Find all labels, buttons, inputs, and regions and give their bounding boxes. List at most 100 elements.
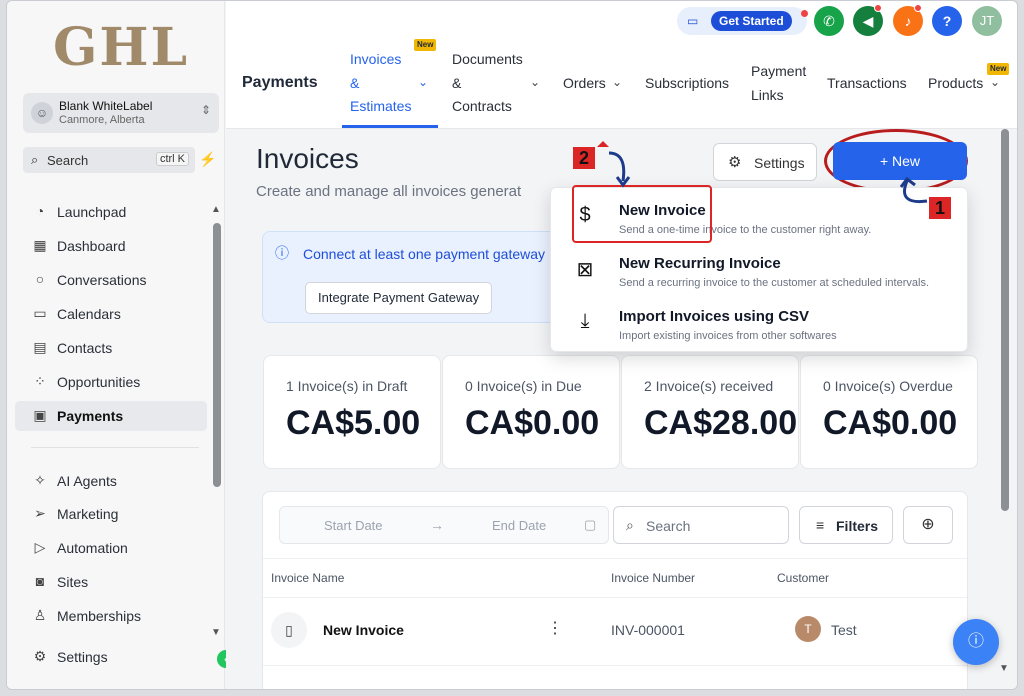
help-button[interactable]: ? — [932, 6, 962, 36]
stat-label: 2 Invoice(s) received — [644, 378, 774, 394]
date-range-picker[interactable]: Start Date → End Date ▢ — [279, 506, 609, 544]
top-bar: ▭ Get Started ✆ ◀ ♪ ? JT Payments Invoic… — [226, 1, 1017, 129]
tab-label: Orders — [563, 75, 606, 91]
notification-dot — [874, 4, 882, 12]
stat-card: 1 Invoice(s) in Draft CA$5.00 — [263, 355, 441, 469]
table-search-input[interactable]: ⌕ Search — [613, 506, 789, 544]
download-icon: ⤓ — [580, 310, 590, 332]
payment-gateway-banner: ⓘ Connect at least one payment gateway I… — [262, 231, 562, 323]
sidebar-item-label: Dashboard — [57, 238, 126, 254]
sidebar-item-conversations[interactable]: ○ Conversations — [15, 265, 207, 295]
account-avatar-icon: ☺ — [31, 102, 53, 124]
scroll-down-icon[interactable]: ▼ — [999, 663, 1009, 674]
stat-label: 0 Invoice(s) Overdue — [823, 378, 953, 394]
lightning-icon[interactable]: ⚡ — [199, 151, 216, 168]
chat-widget-button[interactable]: ⓘ — [953, 619, 999, 665]
user-avatar[interactable]: JT — [972, 6, 1002, 36]
sidebar-item-label: Opportunities — [57, 374, 141, 390]
sidebar-item-ai-agents[interactable]: ✧ AI Agents — [15, 466, 207, 496]
sidebar-scrollbar[interactable] — [213, 223, 221, 487]
tab-label: & — [350, 75, 360, 91]
sidebar-item-opportunities[interactable]: ⁘ Opportunities — [15, 367, 207, 397]
sidebar-item-launchpad[interactable]: ◔ Launchpad — [15, 197, 207, 227]
sidebar-divider — [31, 447, 199, 448]
end-date: End Date — [492, 518, 547, 533]
menu-item-title: New Recurring Invoice — [619, 255, 781, 272]
stat-card: 2 Invoice(s) received CA$28.00 — [621, 355, 799, 469]
arrow-right-icon: → — [430, 517, 444, 533]
sidebar-item-label: Calendars — [57, 306, 121, 322]
sidebar-item-sites[interactable]: ◙ Sites — [15, 567, 207, 597]
sidebar-item-memberships[interactable]: ♙ Memberships — [15, 601, 207, 631]
chevron-down-icon: ⌄ — [612, 75, 623, 89]
get-started[interactable]: ▭ Get Started — [677, 7, 808, 35]
menu-item-new-recurring-invoice[interactable]: ⊠ New Recurring Invoice Send a recurring… — [551, 245, 969, 297]
account-location: Canmore, Alberta — [59, 114, 145, 126]
sidebar-item-label: AI Agents — [57, 473, 117, 489]
tab-transactions[interactable]: Transactions — [827, 71, 907, 95]
sidebar-search-label: Search — [47, 153, 89, 168]
sparkle-icon: ✧ — [34, 472, 46, 488]
tab-label: Invoices — [350, 51, 402, 67]
stat-card: 0 Invoice(s) Overdue CA$0.00 — [800, 355, 978, 469]
sidebar-search[interactable]: ⌕ Search ctrl K — [23, 147, 195, 173]
chevron-down-icon: ⌄ — [418, 75, 429, 89]
chevron-updown-icon: ⇕ — [200, 103, 211, 117]
filters-button[interactable]: ≡ Filters — [799, 506, 893, 544]
curved-arrow-icon — [608, 151, 626, 182]
sidebar-item-settings[interactable]: ⚙ Settings — [15, 642, 207, 672]
sidebar-item-automation[interactable]: ▷ Automation — [15, 533, 207, 563]
main-scrollbar[interactable] — [1001, 129, 1009, 511]
filter-icon: ≡ — [816, 517, 825, 533]
sidebar-item-payments[interactable]: ▣ Payments — [15, 401, 207, 431]
invoice-number: INV-000001 — [611, 622, 685, 638]
customer-avatar: T — [795, 616, 821, 642]
sidebar-item-label: Memberships — [57, 608, 142, 624]
arrow-head-icon — [899, 176, 916, 188]
scroll-up-icon[interactable]: ▲ — [211, 204, 221, 215]
chevron-down-icon: ⌄ — [530, 75, 541, 89]
sidebar-item-label: Payments — [57, 408, 124, 424]
invoice-name[interactable]: New Invoice — [323, 622, 404, 638]
sidebar-item-marketing[interactable]: ➢ Marketing — [15, 499, 207, 529]
calendar-icon: ▭ — [33, 305, 47, 321]
sidebar-item-dashboard[interactable]: ▦ Dashboard — [15, 231, 207, 261]
stat-value: CA$0.00 — [823, 404, 958, 442]
table-header: Invoice Name Invoice Number Customer — [263, 558, 967, 598]
get-started-button[interactable]: Get Started — [711, 11, 792, 31]
table-row[interactable]: ▯ New Invoice ⋮ INV-000001 T Test — [263, 598, 967, 666]
calendar-icon: ▢ — [584, 517, 597, 532]
scroll-down-icon[interactable]: ▼ — [211, 627, 221, 638]
chat-icon: ⓘ — [967, 633, 984, 650]
menu-item-import-csv[interactable]: ⤓ Import Invoices using CSV Import exist… — [551, 298, 969, 350]
search-icon: ⌕ — [626, 517, 634, 533]
table-row[interactable] — [263, 666, 967, 689]
stat-value: CA$28.00 — [644, 404, 798, 442]
stat-value: CA$5.00 — [286, 404, 421, 442]
sidebar-item-label: Settings — [57, 649, 108, 665]
sidebar-item-contacts[interactable]: ▤ Contacts — [15, 333, 207, 363]
automation-icon: ▷ — [34, 539, 46, 555]
annotation-arrows — [597, 141, 928, 204]
download-button[interactable]: ⊕ — [903, 506, 953, 544]
gear-icon: ⚙ — [33, 648, 47, 664]
info-icon: ⓘ — [275, 245, 289, 261]
sidebar-item-label: Conversations — [57, 272, 147, 288]
arrow-head-icon — [597, 141, 609, 147]
column-header: Invoice Name — [271, 571, 345, 585]
menu-item-title: Import Invoices using CSV — [619, 308, 810, 325]
banner-text: Connect at least one payment gateway — [303, 246, 546, 262]
menu-item-description: Import existing invoices from other soft… — [619, 330, 837, 342]
sidebar-item-calendars[interactable]: ▭ Calendars — [15, 299, 207, 329]
more-options-icon[interactable]: ⋮ — [547, 618, 563, 638]
menu-item-description: Send a recurring invoice to the customer… — [619, 277, 929, 289]
phone-icon[interactable]: ✆ — [814, 6, 844, 36]
send-icon: ➢ — [34, 505, 46, 521]
account-switcher[interactable]: ☺ Blank WhiteLabel Canmore, Alberta ⇕ — [23, 93, 219, 133]
page-title: Invoices — [256, 143, 359, 174]
new-badge: New — [414, 39, 437, 51]
integrate-gateway-button[interactable]: Integrate Payment Gateway — [305, 282, 493, 314]
stat-label: 0 Invoice(s) in Due — [465, 378, 582, 394]
chat-bubble-icon: ○ — [35, 271, 45, 287]
tab-subscriptions[interactable]: Subscriptions — [645, 71, 729, 95]
